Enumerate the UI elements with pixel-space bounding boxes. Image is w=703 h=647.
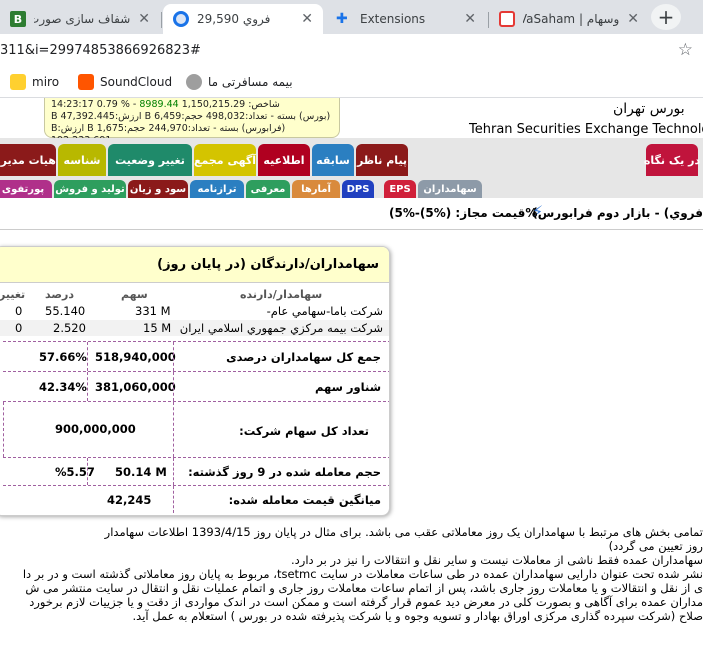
index-line-1: شاخص: 1,150,215.29 8989.44 - % 0.79 14:2… bbox=[51, 99, 280, 110]
allowed-price-range: %قیمت مجاز: (%5)-%5) bbox=[389, 206, 538, 220]
bookmark-label: miro bbox=[32, 75, 60, 89]
miro-icon bbox=[10, 74, 26, 90]
menu-portfolio[interactable]: پورتفوی bbox=[0, 180, 52, 198]
menu-supervisor-msg[interactable]: پیام ناظر bbox=[356, 144, 408, 176]
shareholders-panel: سهامداران/دارندگان (در پایان روز) تغییر … bbox=[0, 246, 390, 516]
divider bbox=[173, 458, 174, 485]
menu-overview[interactable]: در یک نگاه bbox=[644, 144, 700, 176]
tab-separator bbox=[161, 12, 162, 28]
tab-1-close-icon[interactable]: ✕ bbox=[138, 11, 150, 27]
summary-volume: %5.57 50.14 M حجم معامله شده در 9 روز گذ… bbox=[3, 457, 389, 485]
note-line: روز تعیین می گردد) bbox=[608, 539, 703, 553]
divider bbox=[173, 486, 174, 513]
menu-board[interactable]: هیات مدیره bbox=[0, 144, 56, 176]
menu-status-change[interactable]: تغییر وضعیت bbox=[108, 144, 192, 176]
bookmark-miro[interactable]: miro bbox=[10, 74, 59, 90]
menu-stats[interactable]: آمارها bbox=[292, 180, 340, 198]
col-percent: درصد bbox=[45, 288, 74, 301]
note-line: صلاح (شرکت سپرده گذاری مرکزی اوراق بهادا… bbox=[132, 609, 703, 623]
menu-balance-sheet[interactable]: ترازنامه bbox=[190, 180, 244, 198]
bookmark-star-icon[interactable]: ☆ bbox=[678, 40, 693, 60]
divider bbox=[173, 342, 174, 371]
tab-3[interactable]: ✚ Extensions ✕ bbox=[326, 4, 486, 34]
tab-1[interactable]: B شفاف سازی صورت ... ✕ bbox=[0, 4, 160, 34]
shareholders-title: سهامداران/دارندگان (در پایان روز) bbox=[157, 257, 379, 272]
tab-1-favicon-icon: B bbox=[10, 11, 26, 27]
site-title-fa: بورس تهران bbox=[613, 101, 685, 117]
tab-3-close-icon[interactable]: ✕ bbox=[464, 11, 476, 27]
symbol-menu: در یک نگاه پیام ناظر سابقه اطلاعیه آگهی … bbox=[0, 138, 703, 198]
bookmark-soundcloud[interactable]: SoundCloud bbox=[78, 74, 172, 90]
symbol-info-bar: فروي) - بازار دوم فرابورس) ⚡ %قیمت مجاز:… bbox=[0, 198, 703, 230]
menu-eps[interactable]: EPS bbox=[384, 180, 416, 198]
globe-icon bbox=[186, 74, 202, 90]
shareholders-header: سهامداران/دارندگان (در پایان روز) bbox=[0, 247, 389, 283]
page-content: شاخص: 1,150,215.29 8989.44 - % 0.79 14:2… bbox=[0, 98, 703, 647]
col-holder: سهامدار/دارنده bbox=[240, 288, 323, 301]
tab-1-title: شفاف سازی صورت ... bbox=[34, 12, 131, 26]
col-change: تغییر bbox=[0, 288, 26, 301]
soundcloud-icon bbox=[78, 74, 94, 90]
tab-2-favicon-icon bbox=[173, 11, 189, 27]
menu-identifier[interactable]: شناسه bbox=[58, 144, 106, 176]
shareholders-column-headers: تغییر درصد سهم سهامدار/دارنده bbox=[0, 287, 389, 301]
tab-2-title: فروي 29,590 bbox=[197, 12, 271, 26]
tab-3-title: Extensions bbox=[360, 12, 426, 26]
index-change-value: 8989.44 bbox=[139, 99, 179, 110]
summary-total-percent: 57.66% 518,940,000 جمع کل سهامداران درصد… bbox=[3, 341, 389, 371]
summary-avg-price: 42,245 میانگین قیمت معامله شده: bbox=[3, 485, 389, 513]
tab-strip: B شفاف سازی صورت ... ✕ فروي 29,590 ✕ ✚ E… bbox=[0, 0, 703, 34]
symbol-name: فروي) - بازار دوم فرابورس) bbox=[532, 206, 703, 220]
site-title-en: Tehran Securities Exchange Technolo bbox=[469, 122, 703, 137]
table-row[interactable]: 0 55.140 331 M شرکت باما-سهامي عام- bbox=[0, 303, 389, 319]
menu-shareholders[interactable]: سهامداران bbox=[418, 180, 482, 198]
bookmark-label: بیمه مسافرتی ما bbox=[208, 75, 293, 89]
address-bar[interactable]: 311&i=29974853866926823# ☆ bbox=[0, 34, 703, 68]
note-line: ی از نقل و انتقالات و یا معاملات روز جار… bbox=[25, 581, 703, 595]
bookmarks-bar: miro SoundCloud بیمه مسافرتی ما bbox=[0, 68, 703, 98]
disclaimer-notes: تمامی بخش های مرتبط با سهامداران یک روز … bbox=[0, 525, 703, 623]
bookmark-insurance[interactable]: بیمه مسافرتی ما bbox=[186, 74, 293, 90]
tab-4-favicon-icon bbox=[499, 11, 515, 27]
tab-4[interactable]: وسهام | VaSaham - ✕ bbox=[489, 4, 649, 34]
menu-history[interactable]: سابقه bbox=[312, 144, 354, 176]
menu-profit-loss[interactable]: سود و زیان bbox=[128, 180, 188, 198]
note-line: نشر شده تحت عنوان دارایی سهامداران عمده … bbox=[22, 567, 703, 581]
divider bbox=[3, 402, 4, 457]
url-text[interactable]: 311&i=29974853866926823# bbox=[0, 43, 201, 58]
note-line: مداران عمده برای آگاهی و بصورت کلی در مع… bbox=[29, 595, 703, 609]
col-shares: سهم bbox=[121, 288, 148, 301]
bookmark-label: SoundCloud bbox=[100, 75, 173, 89]
divider bbox=[87, 372, 88, 401]
tab-2-active[interactable]: فروي 29,590 ✕ bbox=[163, 4, 323, 34]
puzzle-icon: ✚ bbox=[336, 11, 348, 27]
menu-assembly[interactable]: آگهی مجمع bbox=[194, 144, 256, 176]
tab-4-close-icon[interactable]: ✕ bbox=[627, 11, 639, 27]
tab-2-close-icon[interactable]: ✕ bbox=[301, 11, 313, 27]
note-line: تمامی بخش های مرتبط با سهامداران یک روز … bbox=[104, 525, 703, 539]
summary-total-shares: 900,000,000 تعداد کل سهام شرکت: bbox=[3, 401, 389, 457]
note-line: سهامداران عمده فقط ناشی از معاملات نیست … bbox=[291, 553, 703, 567]
divider bbox=[87, 342, 88, 371]
table-row[interactable]: 0 2.520 15 M شرکت بيمه مرکزي جمهوري اسلا… bbox=[0, 320, 389, 336]
menu-intro[interactable]: معرفی bbox=[246, 180, 290, 198]
tab-4-title: وسهام | VaSaham - bbox=[523, 12, 620, 26]
market-index-box: شاخص: 1,150,215.29 8989.44 - % 0.79 14:2… bbox=[44, 98, 340, 146]
divider bbox=[173, 372, 174, 401]
summary-float: 42.34% 381,060,000 شناور سهم bbox=[3, 371, 389, 401]
index-line-2: (بورس) بسته - تعداد:498,032 حجم:B 6,459 … bbox=[51, 111, 331, 122]
divider bbox=[87, 458, 88, 485]
divider bbox=[173, 402, 174, 457]
menu-production-sales[interactable]: تولید و فروش bbox=[54, 180, 126, 198]
menu-dps[interactable]: DPS bbox=[342, 180, 374, 198]
new-tab-button[interactable]: + bbox=[651, 4, 681, 30]
menu-announcements[interactable]: اطلاعیه bbox=[258, 144, 310, 176]
